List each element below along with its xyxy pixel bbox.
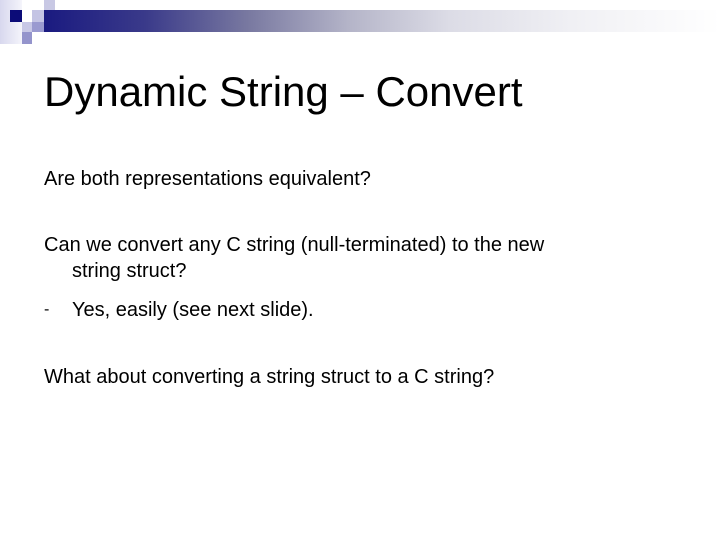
deco-square-light-3 xyxy=(22,22,32,32)
header-decoration xyxy=(0,0,720,50)
deco-square-medium-2 xyxy=(32,22,44,32)
title-gradient-bar xyxy=(44,10,720,32)
paragraph-convert-question-line1: Can we convert any C string (null-termin… xyxy=(44,234,545,256)
deco-square-light-1 xyxy=(32,10,44,22)
deco-square-light-2 xyxy=(44,0,55,10)
paragraph-equivalence-question: Are both representations equivalent? xyxy=(44,168,371,190)
paragraph-convert-question-line2: string struct? xyxy=(72,260,187,282)
deco-square-light-large xyxy=(0,0,22,44)
dash-bullet-icon: - xyxy=(44,301,50,318)
paragraph-reverse-convert-question: What about converting a string struct to… xyxy=(44,366,495,388)
sub-bullet-item: - Yes, easily (see next slide). xyxy=(44,297,314,323)
sub-bullet-text: Yes, easily (see next slide). xyxy=(72,299,314,321)
deco-square-dark xyxy=(10,10,22,22)
slide-title: Dynamic String – Convert xyxy=(44,68,523,115)
deco-square-medium-3 xyxy=(22,32,32,44)
